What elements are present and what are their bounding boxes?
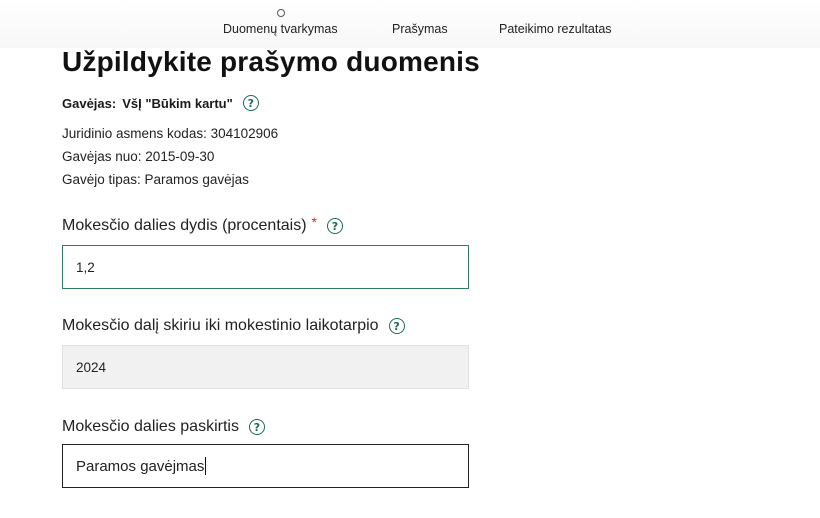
recipient-row: Gavėjas: VšĮ "Būkim kartu" ? [62,95,259,111]
purpose-field-label: Mokesčio dalies paskirtis ? [62,418,265,436]
until-period-help-icon[interactable]: ? [388,318,405,334]
percent-help-icon[interactable]: ? [327,218,343,234]
until-period-field-label: Mokesčio dalį skiriu iki mokestinio laik… [62,317,405,335]
text-caret [205,457,207,475]
purpose-input[interactable]: Paramos gavėjmas [62,444,469,488]
percent-label-text: Mokesčio dalies dydis (procentais) [62,217,307,234]
purpose-input-value: Paramos gavėjmas [76,457,205,475]
step-application[interactable]: Prašymas [392,22,448,36]
purpose-help-icon[interactable]: ? [248,419,265,435]
recipient-help-icon[interactable]: ? [242,95,259,111]
percent-input[interactable]: 1,2 [62,245,469,289]
progress-stepper: Duomenų tvarkymas Prašymas Pateikimo rez… [0,0,820,48]
page-title: Užpildykite prašymo duomenis [62,46,480,77]
step-data-management[interactable]: Duomenų tvarkymas [223,22,338,36]
recipient-type: Gavėjo tipas: Paramos gavėjas [62,172,249,187]
recipient-label: Gavėjas: [62,95,117,111]
until-period-input-value: 2024 [76,359,107,375]
percent-field-label: Mokesčio dalies dydis (procentais) * ? [62,214,343,235]
required-marker: * [311,214,317,230]
percent-input-value: 1,2 [76,259,95,275]
recipient-name: VšĮ "Būkim kartu" [122,95,233,111]
step-submission-result[interactable]: Pateikimo rezultatas [499,22,612,36]
purpose-label-text: Mokesčio dalies paskirtis [62,418,239,435]
until-period-input[interactable]: 2024 [62,345,469,389]
loading-indicator-icon [277,9,285,17]
recipient-legal-code: Juridinio asmens kodas: 304102906 [62,126,279,141]
recipient-since-date: Gavėjas nuo: 2015-09-30 [62,149,215,164]
until-period-label-text: Mokesčio dalį skiriu iki mokestinio laik… [62,317,379,334]
